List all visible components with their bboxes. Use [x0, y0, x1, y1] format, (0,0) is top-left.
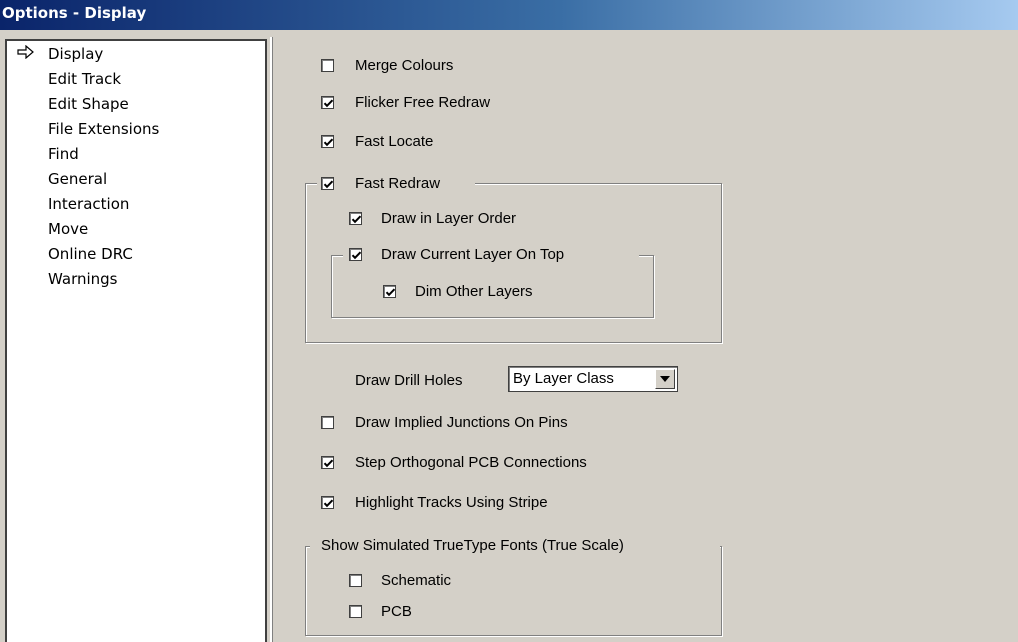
chevron-down-icon: [660, 376, 670, 382]
checkmark-icon: [323, 459, 334, 468]
dropdown-button[interactable]: [655, 369, 675, 389]
flicker-free-redraw-label: Flicker Free Redraw: [355, 94, 491, 111]
dim-other-layers-label: Dim Other Layers: [415, 283, 533, 300]
draw-in-layer-order-label: Draw in Layer Order: [381, 210, 517, 227]
draw-drill-holes-label: Draw Drill Holes: [355, 372, 463, 389]
highlight-tracks-label: Highlight Tracks Using Stripe: [355, 494, 548, 511]
pcb-checkbox[interactable]: [349, 605, 362, 618]
highlight-tracks-checkbox[interactable]: [321, 496, 334, 509]
sidebar-item-interaction[interactable]: Interaction: [48, 195, 129, 213]
draw-current-layer-on-top-label: Draw Current Layer On Top: [381, 246, 565, 263]
pane-divider[interactable]: [270, 37, 273, 642]
checkmark-icon: [323, 180, 334, 189]
title-bar: Options - Display: [0, 0, 1018, 30]
draw-implied-junctions-label: Draw Implied Junctions On Pins: [355, 414, 568, 431]
sidebar-item-online-drc[interactable]: Online DRC: [48, 245, 133, 263]
truetype-fonts-group: [305, 546, 722, 636]
draw-drill-holes-select[interactable]: By Layer Class: [508, 366, 678, 392]
sidebar-item-find[interactable]: Find: [48, 145, 79, 163]
options-category-list[interactable]: Display Edit Track Edit Shape File Exten…: [5, 39, 267, 642]
sidebar-item-file-extensions[interactable]: File Extensions: [48, 120, 159, 138]
schematic-checkbox[interactable]: [349, 574, 362, 587]
fast-redraw-label: Fast Redraw: [355, 175, 441, 192]
fast-redraw-checkbox[interactable]: [321, 177, 334, 190]
fast-locate-checkbox[interactable]: [321, 135, 334, 148]
fast-locate-label: Fast Locate: [355, 133, 434, 150]
sidebar-item-move[interactable]: Move: [48, 220, 88, 238]
truetype-fonts-label: Show Simulated TrueType Fonts (True Scal…: [321, 537, 624, 554]
checkmark-icon: [351, 215, 362, 224]
sidebar-item-warnings[interactable]: Warnings: [48, 270, 118, 288]
checkmark-icon: [323, 99, 334, 108]
draw-implied-junctions-checkbox[interactable]: [321, 416, 334, 429]
window-title: Options - Display: [2, 4, 147, 22]
step-orthogonal-checkbox[interactable]: [321, 456, 334, 469]
checkmark-icon: [323, 138, 334, 147]
sidebar-item-general[interactable]: General: [48, 170, 107, 188]
sidebar-item-edit-track[interactable]: Edit Track: [48, 70, 121, 88]
merge-colours-label: Merge Colours: [355, 57, 454, 74]
draw-current-layer-on-top-checkbox[interactable]: [349, 248, 362, 261]
dim-other-layers-checkbox[interactable]: [383, 285, 396, 298]
checkmark-icon: [323, 499, 334, 508]
checkmark-icon: [385, 288, 396, 297]
pcb-label: PCB: [381, 603, 412, 620]
draw-drill-holes-value: By Layer Class: [513, 370, 614, 387]
arrow-right-icon: [17, 45, 34, 59]
draw-in-layer-order-checkbox[interactable]: [349, 212, 362, 225]
merge-colours-checkbox[interactable]: [321, 59, 334, 72]
step-orthogonal-label: Step Orthogonal PCB Connections: [355, 454, 587, 471]
flicker-free-redraw-checkbox[interactable]: [321, 96, 334, 109]
sidebar-item-edit-shape[interactable]: Edit Shape: [48, 95, 129, 113]
schematic-label: Schematic: [381, 572, 452, 589]
checkmark-icon: [351, 251, 362, 260]
sidebar-item-display[interactable]: Display: [48, 45, 103, 63]
